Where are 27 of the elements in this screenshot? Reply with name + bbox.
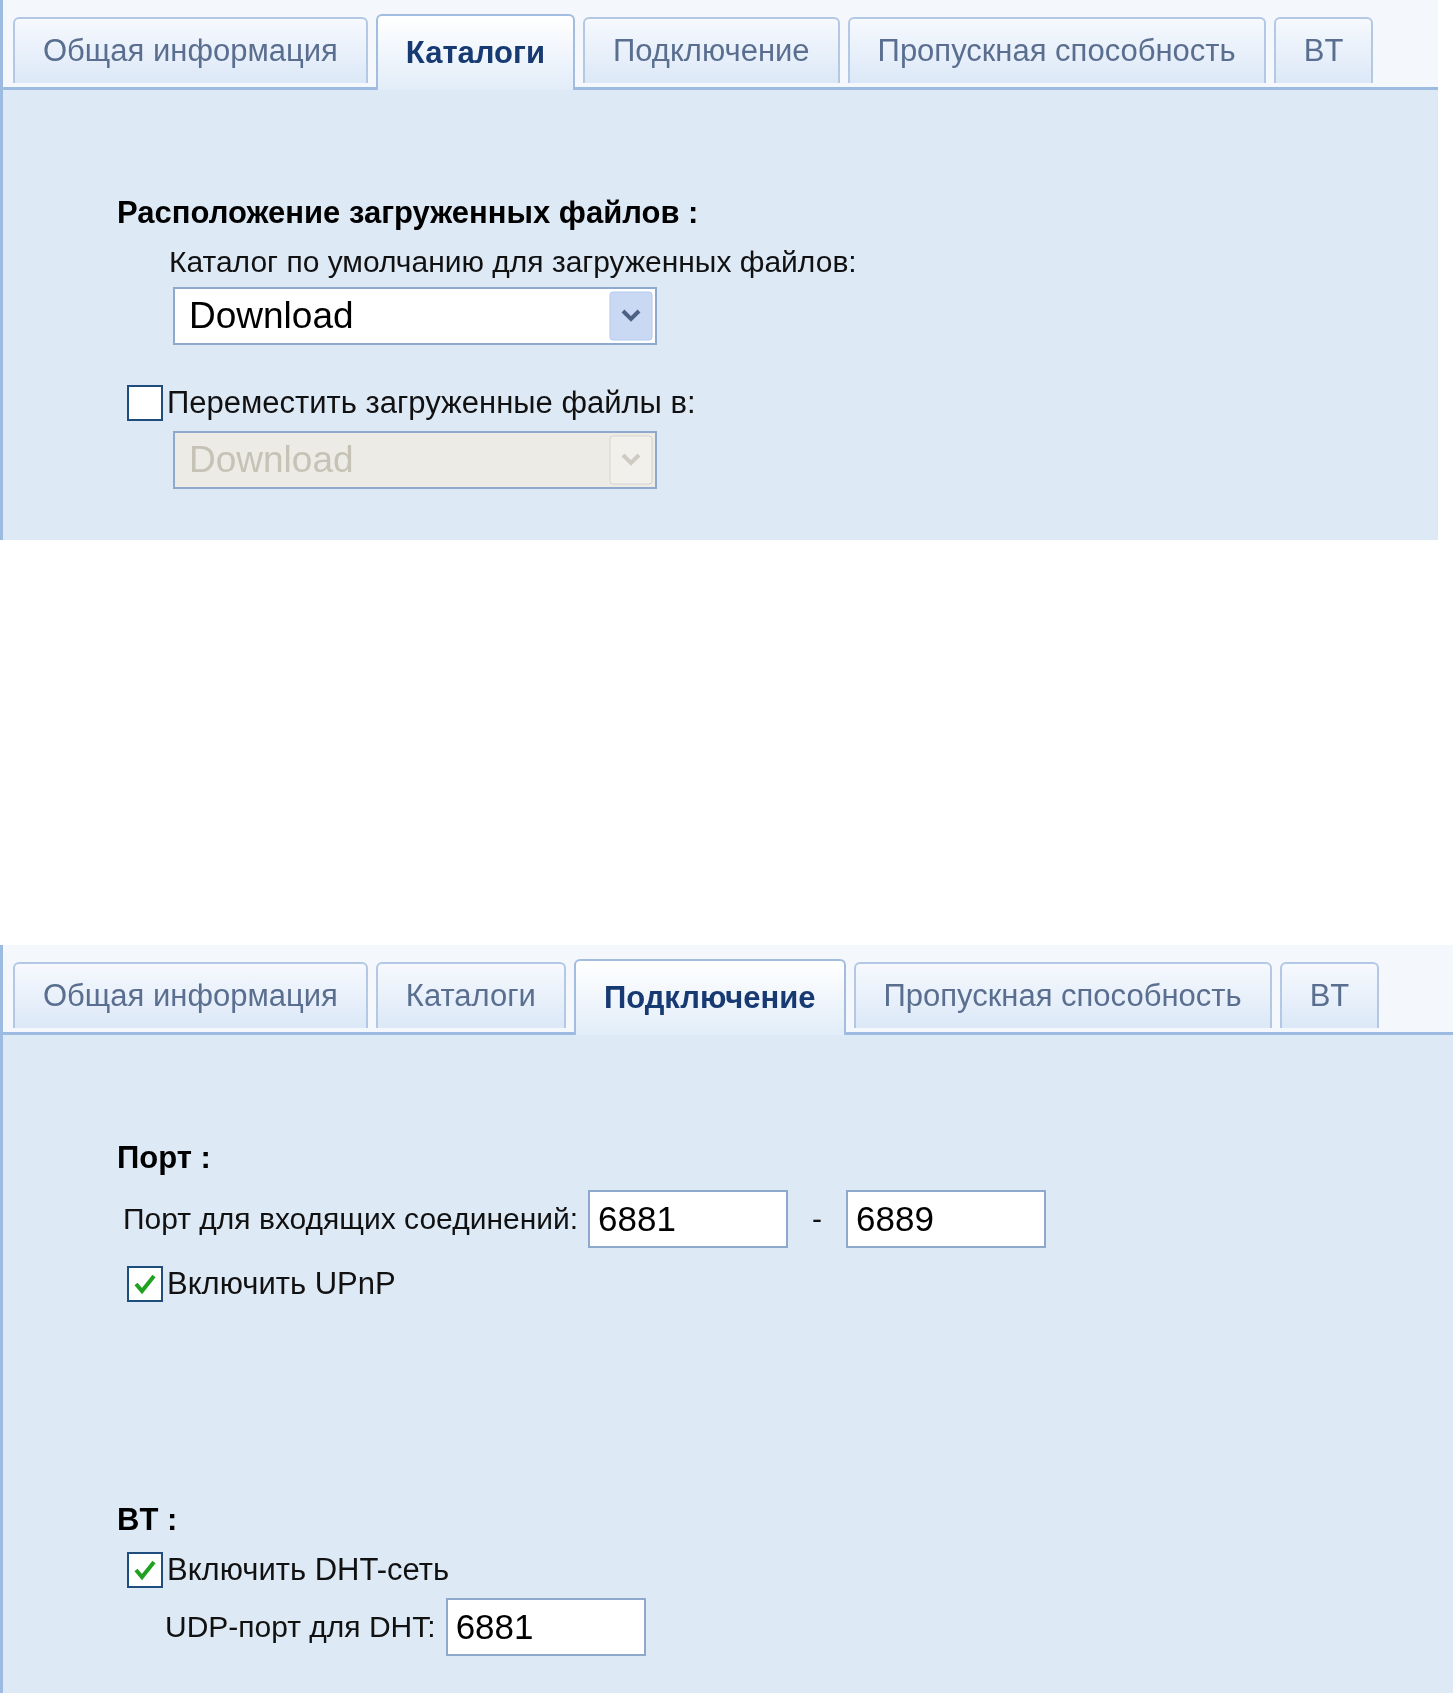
- section-heading: Расположение загруженных файлов :: [117, 195, 700, 231]
- port-from-field[interactable]: 6881: [588, 1190, 789, 1248]
- tab[interactable]: Пропускная способность: [847, 17, 1266, 83]
- field-label: Каталог по умолчанию для загруженных файлов:: [169, 245, 858, 279]
- port-field[interactable]: 6881: [445, 1598, 646, 1656]
- tab[interactable]: BT: [1279, 962, 1380, 1028]
- tab[interactable]: Подключение: [573, 959, 846, 1035]
- folder-dropdown[interactable]: Download: [173, 287, 657, 345]
- tab[interactable]: Общая информация: [13, 962, 368, 1028]
- checkbox-label: Переместить загруженные файлы в:: [167, 385, 696, 421]
- port-to-field[interactable]: 6889: [846, 1190, 1047, 1248]
- tab[interactable]: Каталоги: [375, 962, 566, 1028]
- checkbox[interactable]: [127, 1552, 163, 1588]
- checkbox-label: Включить DHT-сеть: [167, 1552, 450, 1588]
- checkbox[interactable]: [127, 385, 163, 421]
- section-heading: Порт :: [117, 1140, 212, 1176]
- tab[interactable]: Подключение: [583, 17, 840, 83]
- tab[interactable]: Общая информация: [13, 17, 368, 83]
- checkbox-label: Включить UPnP: [167, 1266, 396, 1302]
- section-heading: BT :: [117, 1502, 179, 1538]
- field-label: UDP-порт для DHT:: [165, 1610, 436, 1644]
- tab[interactable]: Каталоги: [375, 14, 575, 90]
- tab[interactable]: Пропускная способность: [853, 962, 1272, 1028]
- range-separator: -: [812, 1202, 823, 1236]
- field-label: Порт для входящих соединений:: [123, 1202, 579, 1236]
- tab[interactable]: BT: [1273, 17, 1374, 83]
- checkbox[interactable]: [127, 1266, 163, 1302]
